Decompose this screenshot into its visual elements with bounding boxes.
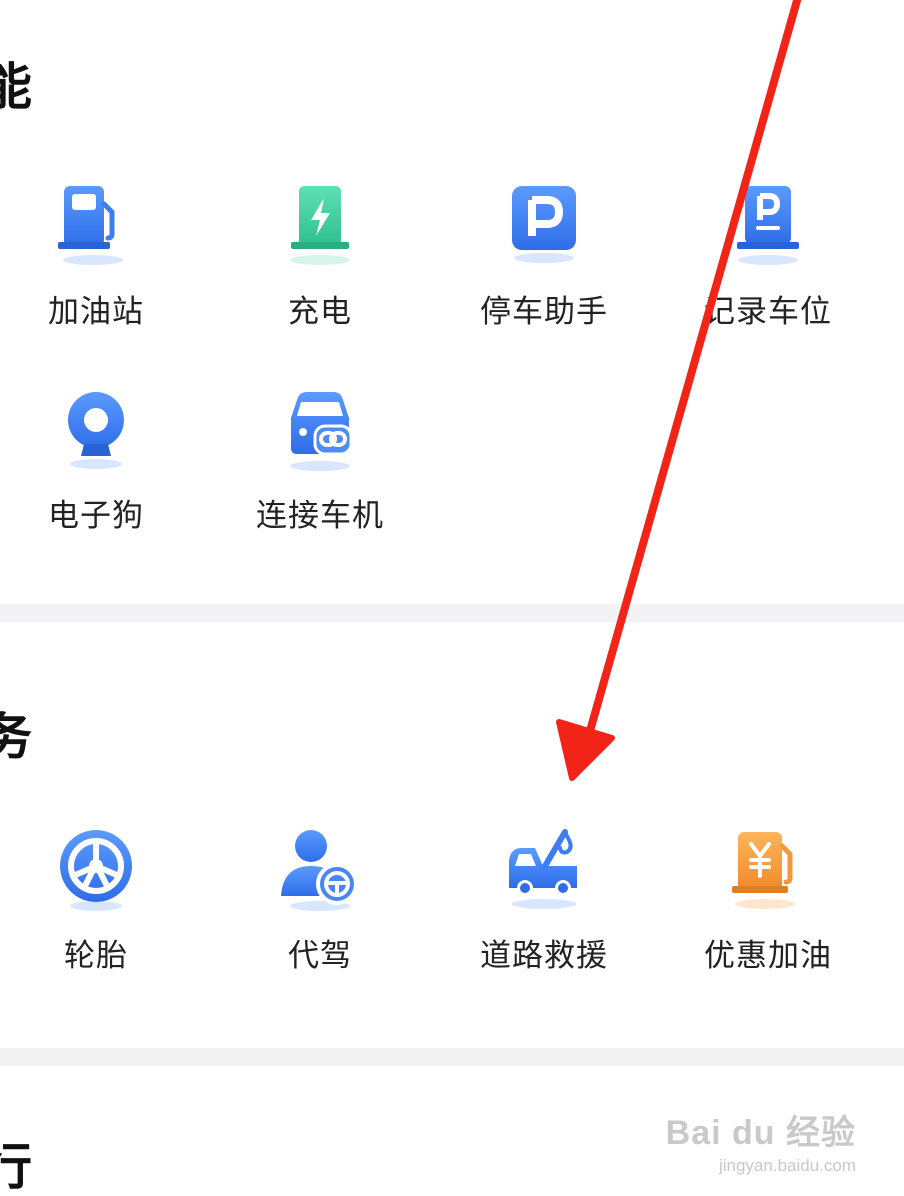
grid-item-discount-fuel[interactable]: 优惠加油 bbox=[678, 826, 858, 975]
grid-item-gas-station[interactable]: 加油站 bbox=[6, 182, 186, 331]
gas-station-icon bbox=[51, 182, 141, 272]
watermark-main: Bai du 经验 bbox=[665, 1114, 856, 1152]
tire-icon bbox=[51, 826, 141, 916]
grid-item-tire[interactable]: 轮胎 bbox=[6, 826, 186, 975]
designated-driver-icon bbox=[275, 826, 365, 916]
connect-car-icon bbox=[275, 386, 365, 476]
watermark-url: jingyan.baidu.com bbox=[718, 1156, 856, 1175]
grid-item-charging[interactable]: 充电 bbox=[230, 182, 410, 331]
item-label: 加油站 bbox=[48, 294, 144, 330]
item-label: 充电 bbox=[288, 294, 352, 330]
grid-item-record-parking[interactable]: 记录车位 bbox=[678, 182, 858, 331]
grid-item-speed-camera[interactable]: 电子狗 bbox=[6, 386, 186, 535]
discount-fuel-icon bbox=[723, 826, 813, 916]
section-divider bbox=[0, 604, 904, 622]
record-parking-icon bbox=[723, 182, 813, 272]
item-label: 代驾 bbox=[288, 938, 352, 974]
item-label: 道路救援 bbox=[480, 938, 608, 974]
section-title: 行 bbox=[0, 1138, 32, 1196]
parking-assistant-icon bbox=[499, 182, 589, 272]
section-title: 务 bbox=[0, 708, 32, 766]
baidu-jingyan-watermark: Bai du 经验 jingyan.baidu.com bbox=[666, 1105, 856, 1176]
section-features: 能 加油站 充电 停车助手 记录车位 电子狗 连接车机 bbox=[0, 0, 904, 604]
section-services: 务 轮胎 代驾 道路救援 优惠加油 bbox=[0, 622, 904, 1048]
section-divider bbox=[0, 1048, 904, 1066]
speed-camera-icon bbox=[51, 386, 141, 476]
road-rescue-icon bbox=[499, 826, 589, 916]
grid-item-designated-driver[interactable]: 代驾 bbox=[230, 826, 410, 975]
grid-item-connect-car[interactable]: 连接车机 bbox=[230, 386, 410, 535]
item-label: 优惠加油 bbox=[704, 938, 832, 974]
item-label: 连接车机 bbox=[256, 498, 384, 534]
grid-item-road-rescue[interactable]: 道路救援 bbox=[454, 826, 634, 975]
item-label: 轮胎 bbox=[64, 938, 128, 974]
item-label: 记录车位 bbox=[704, 294, 832, 330]
grid-item-parking-assistant[interactable]: 停车助手 bbox=[454, 182, 634, 331]
section-title: 能 bbox=[0, 58, 32, 116]
item-label: 电子狗 bbox=[48, 498, 144, 534]
charging-icon bbox=[275, 182, 365, 272]
item-label: 停车助手 bbox=[480, 294, 608, 330]
